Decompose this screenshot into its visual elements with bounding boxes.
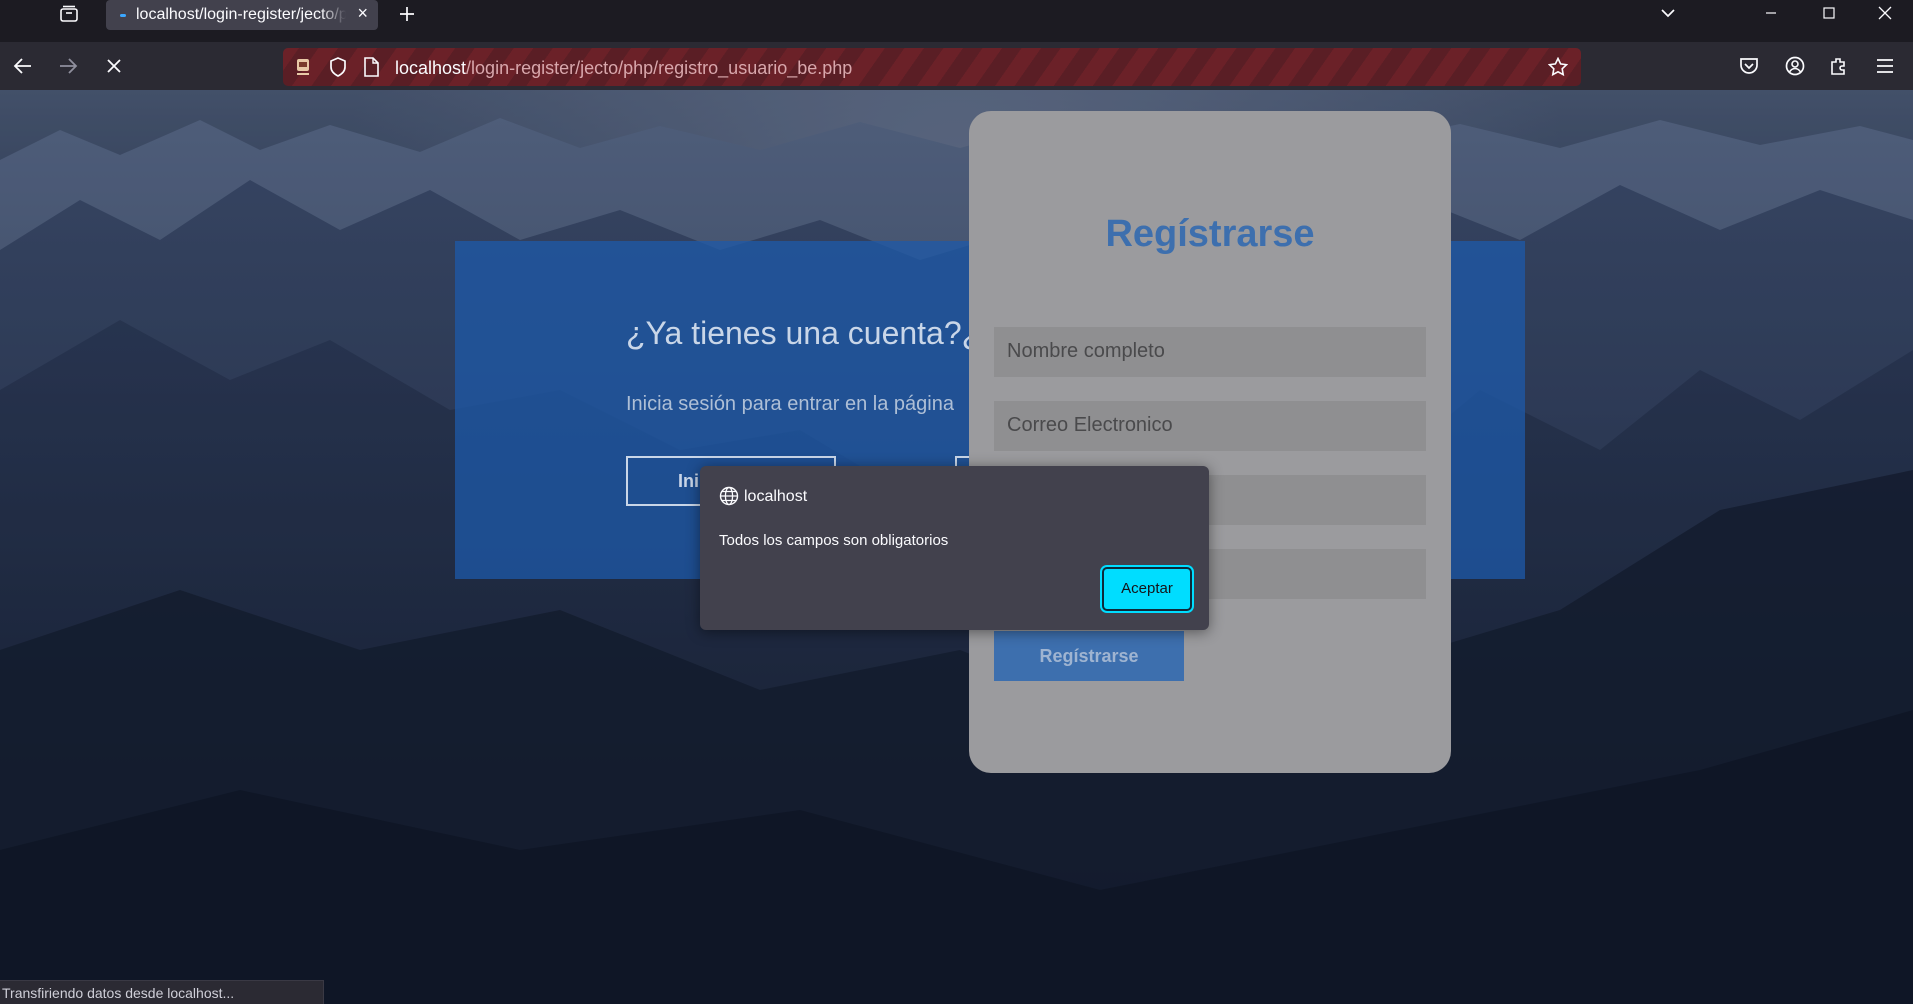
chevron-down-icon[interactable] [1645, 0, 1691, 26]
stop-icon[interactable] [99, 51, 129, 81]
url-bar[interactable]: localhost/login-register/jecto/php/regis… [283, 48, 1581, 86]
loading-indicator-icon [120, 13, 126, 17]
url-host: localhost [395, 58, 467, 78]
url-path: /login-register/jecto/php/registro_usuar… [466, 58, 853, 78]
register-title: Regístrarse [1105, 213, 1315, 255]
login-panel-subtitle-text: Inicia sesión para entrar en la página [626, 393, 954, 415]
login-panel-subtitle: Inicia sesión para entrar en la página R [626, 393, 985, 416]
accept-button[interactable]: Aceptar [1102, 567, 1192, 611]
globe-icon [719, 486, 739, 506]
login-panel-title: ¿Ya tienes una cuenta?¿ [626, 315, 982, 351]
shield-icon[interactable] [327, 56, 349, 78]
email-field[interactable]: Correo Electronico [994, 401, 1426, 451]
minimize-icon[interactable] [1748, 0, 1794, 26]
full-name-field[interactable]: Nombre completo [994, 327, 1426, 377]
privacy-icon[interactable] [292, 56, 314, 78]
pocket-icon[interactable] [1734, 51, 1764, 81]
navigation-bar: localhost/login-register/jecto/php/regis… [0, 42, 1913, 90]
register-card: Regístrarse Nombre completo Correo Elect… [969, 111, 1451, 773]
forward-icon[interactable] [53, 51, 83, 81]
new-tab-button[interactable] [392, 0, 422, 28]
status-bar: Transfiriendo datos desde localhost... [0, 980, 324, 1004]
url-text: localhost/login-register/jecto/php/regis… [395, 58, 852, 79]
dialog-host: localhost [744, 488, 808, 505]
tab-list-icon[interactable] [52, 0, 86, 28]
alert-dialog: localhost Todos los campos son obligator… [700, 466, 1209, 630]
dialog-message: Todos los campos son obligatorios [719, 532, 949, 549]
star-icon[interactable] [1547, 56, 1569, 78]
tab-close-icon[interactable]: × [357, 3, 368, 24]
page-icon[interactable] [360, 56, 382, 78]
close-icon[interactable] [1862, 0, 1908, 26]
menu-icon[interactable] [1870, 51, 1900, 81]
register-submit-button[interactable]: Regístrarse [994, 631, 1184, 681]
tab-title: localhost/login-register/jecto/php/regis… [136, 6, 346, 23]
tab-bar: localhost/login-register/jecto/php/regis… [0, 0, 1913, 42]
back-icon[interactable] [8, 51, 38, 81]
extensions-icon[interactable] [1824, 51, 1854, 81]
account-icon[interactable] [1780, 51, 1810, 81]
maximize-icon[interactable] [1806, 0, 1852, 26]
browser-tab[interactable]: localhost/login-register/jecto/php/regis… [106, 0, 378, 30]
